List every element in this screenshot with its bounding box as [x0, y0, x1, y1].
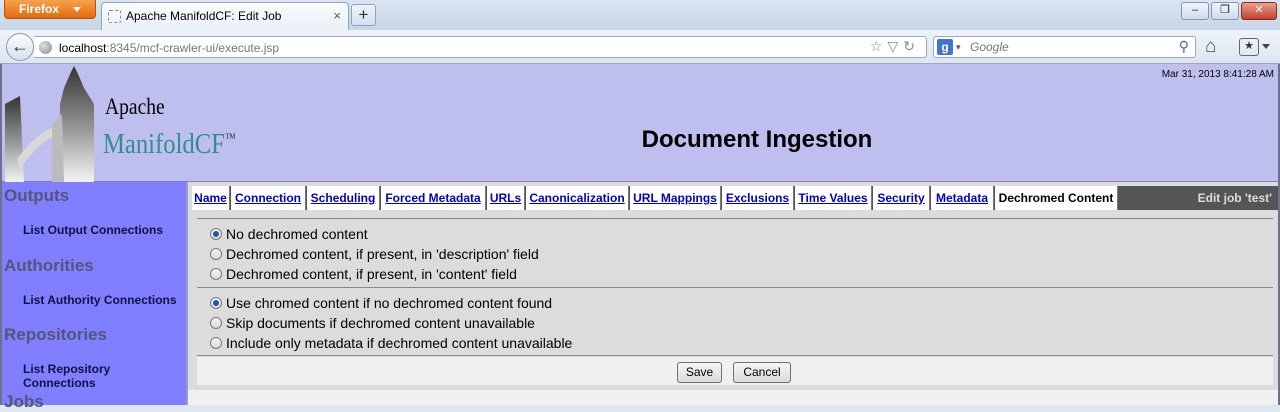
radio-option-no-dechromed[interactable]: No dechromed content [210, 225, 368, 243]
tab-urls[interactable]: URLs [487, 186, 525, 210]
search-icon[interactable]: ⚲ [1179, 38, 1189, 55]
tab-security[interactable]: Security [873, 186, 930, 210]
tab-forced-metadata[interactable]: Forced Metadata [381, 186, 486, 210]
tab-title: Apache ManifoldCF: Edit Job [126, 9, 282, 23]
navigation-sidebar: Outputs List Output Connections Authorit… [2, 182, 186, 411]
sidebar-heading-repositories: Repositories [4, 325, 107, 344]
radio-option-metadata-only[interactable]: Include only metadata if dechromed conte… [210, 334, 572, 352]
edit-job-label: Edit job 'test' [1197, 191, 1272, 205]
tab-name[interactable]: Name [192, 186, 230, 210]
google-engine-icon[interactable]: g [937, 39, 953, 55]
content-footer-area [188, 390, 1278, 405]
url-text: localhost:8345/mcf-crawler-ui/execute.js… [59, 41, 279, 55]
url-actions: ☆▽↻ [870, 38, 920, 55]
tab-metadata[interactable]: Metadata [931, 186, 994, 210]
form-divider [197, 287, 1273, 288]
tab-exclusions[interactable]: Exclusions [722, 186, 794, 210]
url-path: :8345/mcf-crawler-ui/execute.jsp [106, 41, 280, 55]
arrow-left-icon: ← [11, 36, 29, 56]
save-button[interactable]: Save [677, 362, 722, 383]
sidebar-link-list-authority-connections[interactable]: List Authority Connections [23, 293, 177, 307]
radio-label: Dechromed content, if present, in 'descr… [226, 246, 539, 262]
radio-button-selected[interactable] [210, 297, 222, 309]
tab-url-mappings[interactable]: URL Mappings [630, 186, 721, 210]
restore-button[interactable]: ❐ [1211, 2, 1239, 20]
new-tab-button[interactable]: + [351, 4, 376, 26]
bookmark-star-icon[interactable]: ☆ [870, 38, 888, 54]
logo-apache-text: Apache [105, 94, 165, 119]
radio-label: Skip documents if dechromed content unav… [226, 315, 535, 331]
close-tab-icon[interactable]: × [333, 3, 341, 29]
sidebar-link-list-repository-connections[interactable]: List Repository Connections [23, 362, 186, 390]
home-icon[interactable]: ⌂ [1205, 36, 1216, 58]
browser-titlebar: Firefox Apache ManifoldCF: Edit Job × + … [0, 0, 1280, 30]
chevron-down-icon[interactable]: ▾ [956, 39, 961, 55]
search-bar[interactable]: g ▾ Google ⚲ [933, 36, 1196, 58]
radio-option-dechromed-description[interactable]: Dechromed content, if present, in 'descr… [210, 245, 539, 263]
url-host: localhost [59, 41, 107, 55]
form-divider [197, 218, 1273, 219]
chevron-down-icon [73, 7, 81, 12]
radio-label: Dechromed content, if present, in 'conte… [226, 266, 517, 282]
minimize-button[interactable]: – [1181, 2, 1209, 20]
cancel-button[interactable]: Cancel [733, 362, 791, 383]
sidebar-link-list-output-connections[interactable]: List Output Connections [23, 223, 163, 237]
chevron-down-icon[interactable] [1262, 44, 1270, 49]
radio-button[interactable] [210, 317, 222, 329]
globe-icon [39, 41, 52, 54]
radio-button[interactable] [210, 268, 222, 280]
page-header: Mar 31, 2013 8:41:28 AM Apache ManifoldC… [2, 64, 1278, 182]
sidebar-heading-authorities: Authorities [4, 256, 94, 275]
navigation-toolbar: ← localhost:8345/mcf-crawler-ui/execute.… [0, 30, 1280, 64]
tab-dechromed-content[interactable]: Dechromed Content [995, 186, 1118, 210]
tab-time-values[interactable]: Time Values [795, 186, 872, 210]
radio-button[interactable] [210, 248, 222, 260]
radio-label: Use chromed content if no dechromed cont… [226, 295, 553, 311]
radio-option-dechromed-content[interactable]: Dechromed content, if present, in 'conte… [210, 265, 517, 283]
close-window-button[interactable]: ✕ [1241, 2, 1277, 20]
radio-option-use-chromed[interactable]: Use chromed content if no dechromed cont… [210, 294, 552, 312]
firefox-menu-label: Firefox [19, 2, 60, 16]
address-bar[interactable]: localhost:8345/mcf-crawler-ui/execute.js… [34, 36, 927, 58]
page-title: Document Ingestion [641, 126, 873, 153]
tab-canonicalization[interactable]: Canonicalization [526, 186, 629, 210]
sidebar-heading-jobs: Jobs [4, 392, 44, 411]
tab-connection[interactable]: Connection [231, 186, 306, 210]
form-divider [197, 355, 1273, 356]
radio-label: No dechromed content [226, 226, 368, 242]
reload-icon[interactable]: ↻ [903, 38, 920, 54]
browser-tab[interactable]: Apache ManifoldCF: Edit Job × [101, 2, 349, 30]
radio-option-skip-documents[interactable]: Skip documents if dechromed content unav… [210, 314, 535, 332]
radio-label: Include only metadata if dechromed conte… [226, 335, 573, 351]
back-button[interactable]: ← [6, 33, 34, 61]
search-placeholder: Google [970, 40, 1009, 54]
radio-button-selected[interactable] [210, 228, 222, 240]
firefox-menu-button[interactable]: Firefox [4, 0, 96, 19]
manifoldcf-logo-icon [5, 66, 94, 182]
page-favicon-icon [108, 10, 121, 23]
sidebar-heading-outputs: Outputs [4, 186, 70, 205]
radio-button[interactable] [210, 337, 222, 349]
tab-scheduling[interactable]: Scheduling [307, 186, 380, 210]
dropdown-arrow-icon[interactable]: ▽ [887, 38, 903, 54]
bookmarks-icon[interactable]: ★ [1239, 38, 1259, 56]
timestamp: Mar 31, 2013 8:41:28 AM [1161, 69, 1274, 80]
